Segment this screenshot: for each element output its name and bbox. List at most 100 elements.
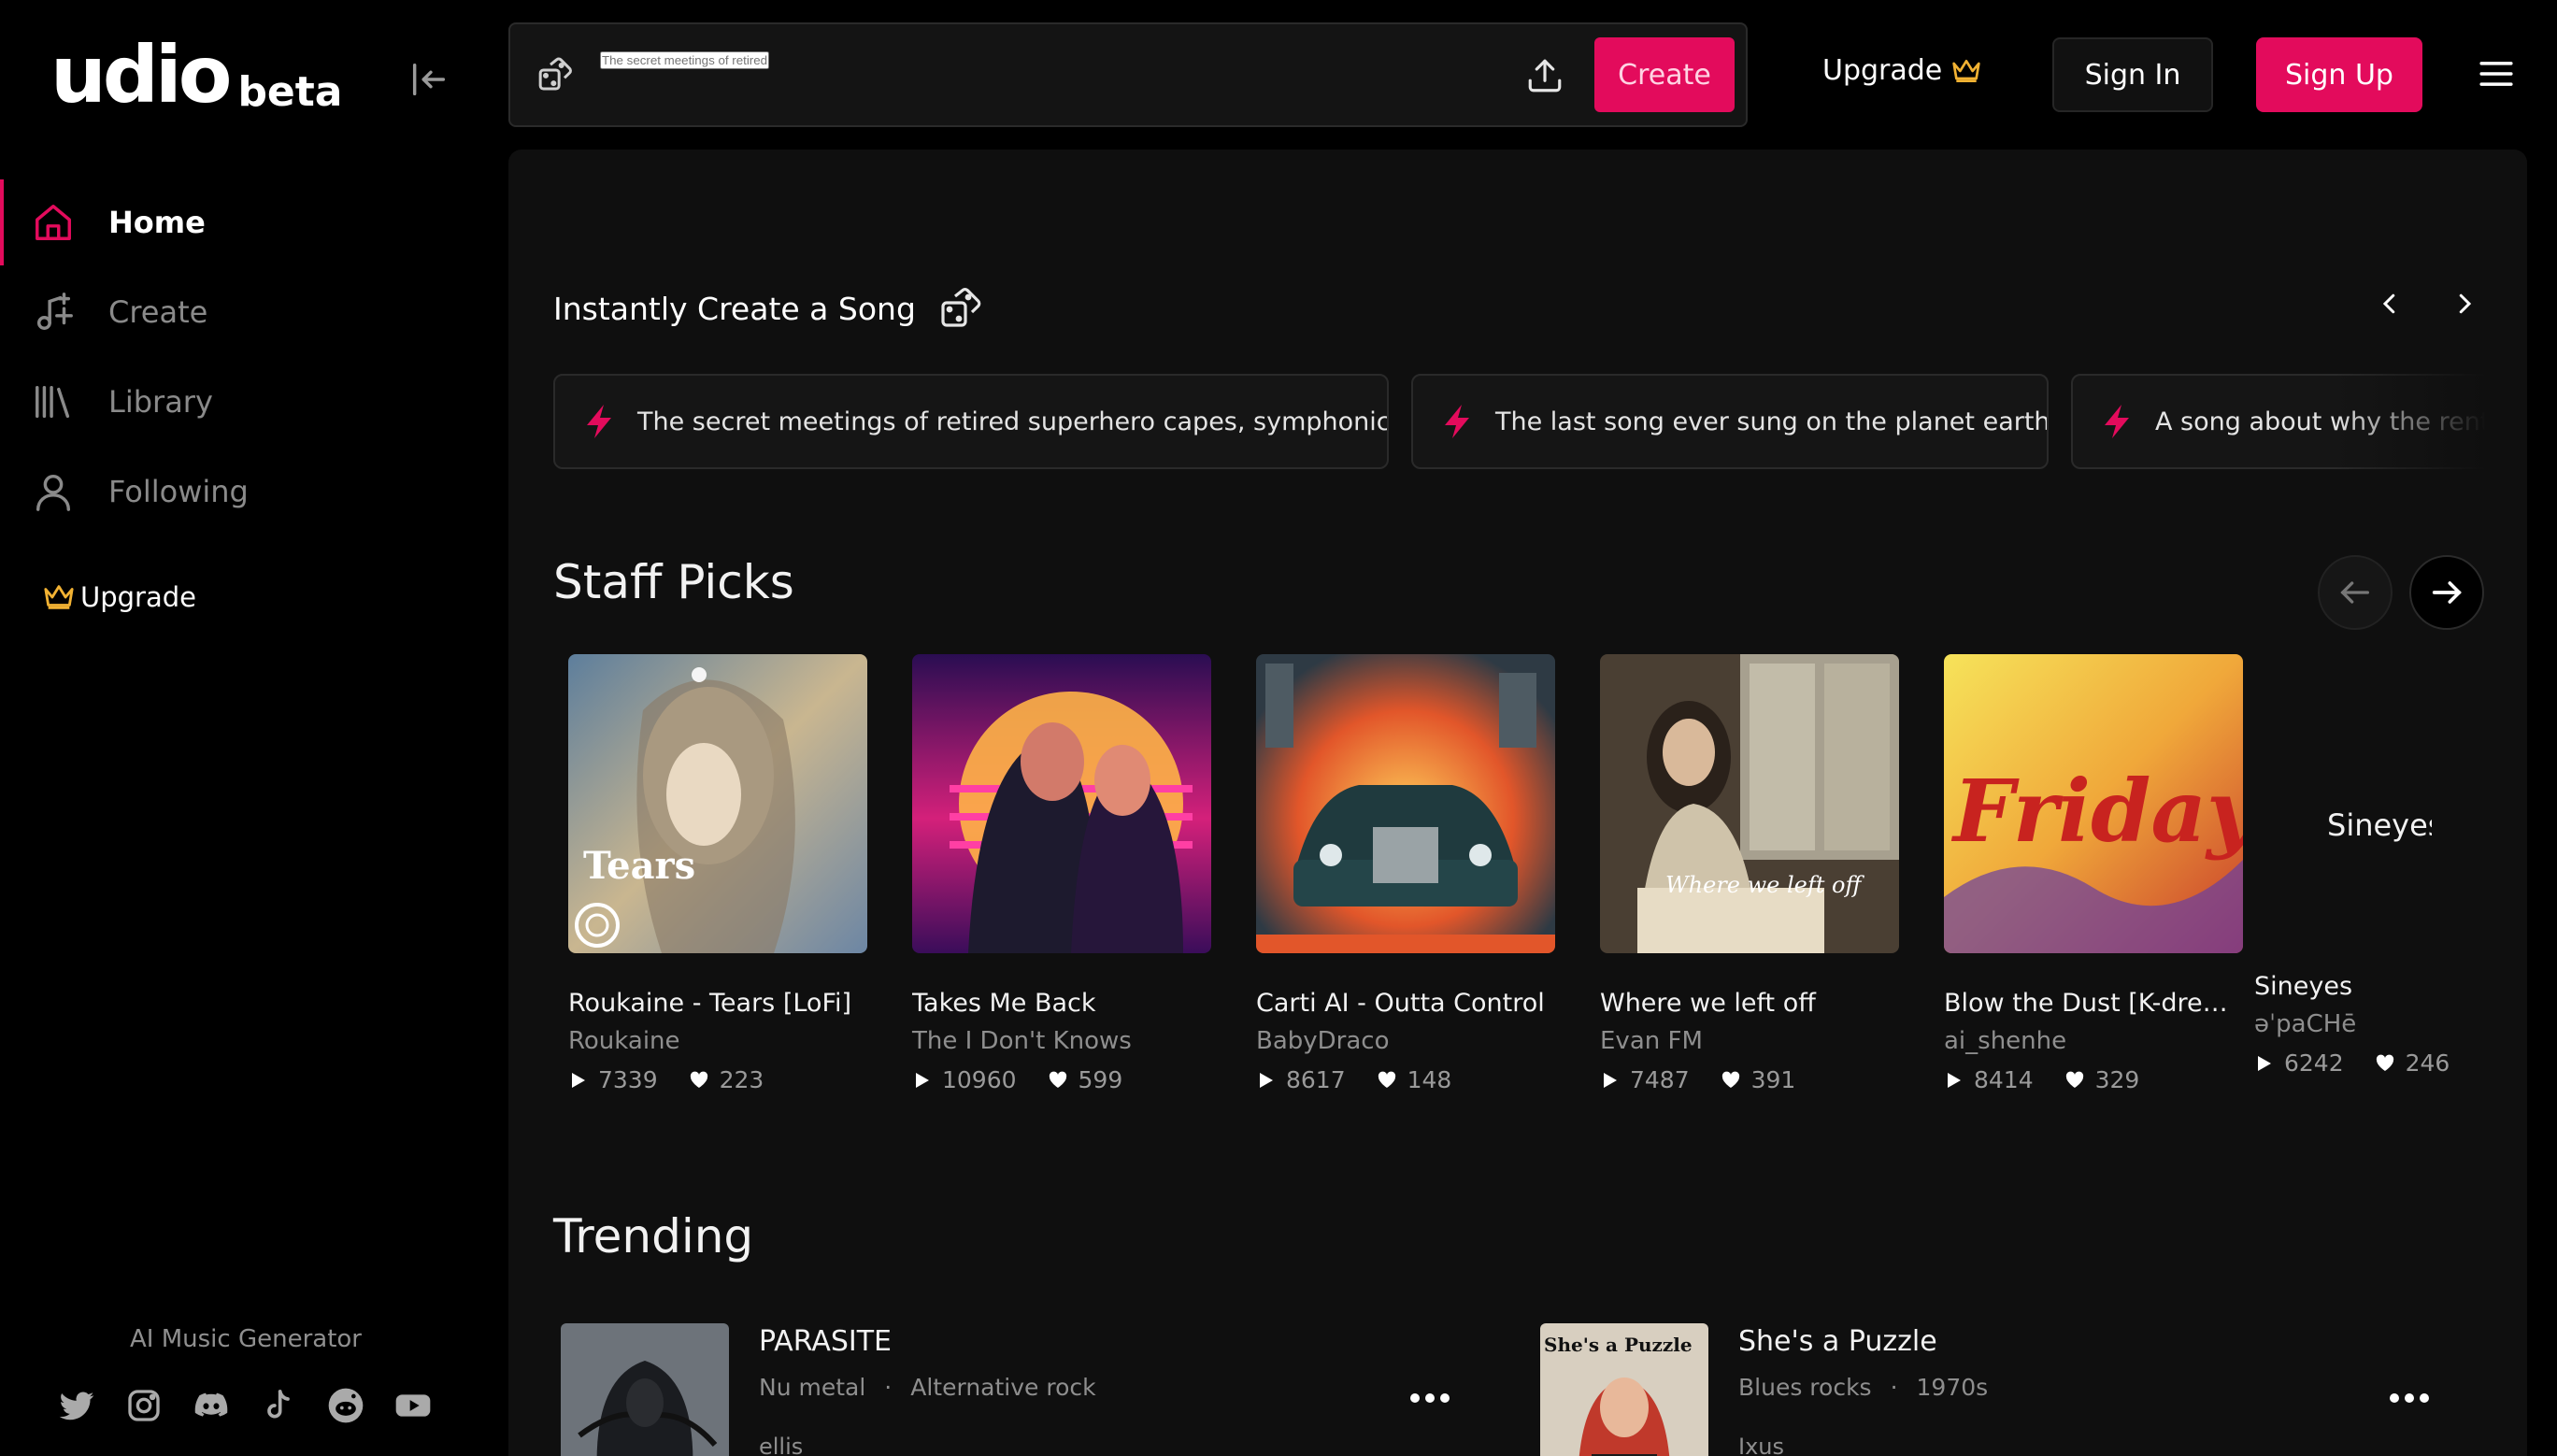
heart-icon (1721, 1071, 1739, 1088)
trending-artist[interactable]: Ixus (1738, 1434, 1784, 1456)
sign-in-button[interactable]: Sign In (2052, 37, 2213, 112)
music-note-plus-icon (36, 293, 73, 330)
more-options-icon[interactable] (2389, 1391, 2430, 1406)
hamburger-menu-icon[interactable] (2478, 58, 2514, 90)
trending-genres: Blues rocks · 1970s (1738, 1374, 1989, 1401)
song-title[interactable]: Roukaine - Tears [LoFi] (568, 989, 867, 1018)
sign-up-button[interactable]: Sign Up (2256, 37, 2422, 112)
udio-logo[interactable]: udio beta (50, 29, 343, 121)
like-count: 246 (2405, 1049, 2450, 1077)
sidebar-item-label: Home (108, 205, 206, 240)
play-icon (1260, 1072, 1273, 1088)
song-title[interactable]: Sineyes (2254, 972, 2456, 1001)
crown-icon (1952, 59, 1980, 82)
twitter-icon[interactable] (58, 1387, 95, 1424)
more-options-icon[interactable] (1409, 1391, 1450, 1406)
heart-icon (2065, 1071, 2083, 1088)
collapse-sidebar-icon[interactable] (407, 58, 450, 101)
instagram-icon[interactable] (125, 1387, 163, 1424)
song-artist[interactable]: The I Don't Knows (912, 1027, 1211, 1055)
song-stats: 8617 148 (1256, 1066, 1555, 1093)
user-icon (36, 474, 71, 511)
song-artist[interactable]: Roukaine (568, 1027, 867, 1055)
youtube-icon[interactable] (394, 1387, 432, 1424)
discord-icon[interactable] (193, 1387, 230, 1424)
sidebar-item-library[interactable]: Library (0, 357, 486, 447)
prompt-chip[interactable]: The last song ever sung on the planet ea… (1411, 374, 2049, 469)
song-cover-art[interactable]: Friday (1944, 654, 2243, 953)
song-stats: 6242 246 (2254, 1049, 2456, 1077)
song-cover-text[interactable]: Sineyes (2327, 807, 2432, 843)
arrow-right-icon (2432, 581, 2462, 604)
upgrade-label: Upgrade (1822, 54, 1943, 87)
song-card[interactable]: Friday Blow the Dust [K-dream pop] ai_sh… (1944, 654, 2243, 1093)
genre-tag[interactable]: Blues rocks (1738, 1374, 1872, 1401)
prompt-chip-text: The secret meetings of retired superhero… (637, 407, 1389, 436)
library-icon (36, 385, 70, 419)
song-cover-art[interactable] (1256, 654, 1555, 953)
sidebar-nav: Home Create Library Following (0, 178, 486, 536)
instant-create-title: Instantly Create a Song (553, 290, 916, 327)
song-title[interactable]: Where we left off (1600, 989, 1899, 1018)
main-panel: Instantly Create a Song The secret meeti… (508, 150, 2527, 1456)
sidebar: udio beta Home Create Library Following … (0, 0, 486, 1456)
prompt-input[interactable] (600, 51, 769, 69)
play-count: 8414 (1974, 1066, 2034, 1093)
prompt-chip[interactable]: The secret meetings of retired superhero… (553, 374, 1389, 469)
song-card[interactable]: Sineyes əˈpaCHē 6242 246 (2254, 972, 2456, 1077)
tiktok-icon[interactable] (260, 1387, 297, 1424)
trending-artist[interactable]: ellis (759, 1434, 803, 1456)
song-cover-art[interactable] (912, 654, 1211, 953)
song-title[interactable]: Blow the Dust [K-dream pop] (1944, 989, 2243, 1018)
chevron-right-icon[interactable] (2450, 290, 2478, 318)
like-count: 391 (1750, 1066, 1796, 1093)
song-artist[interactable]: əˈpaCHē (2254, 1010, 2456, 1038)
song-cover-art[interactable]: Where we left off (1600, 654, 1899, 953)
trending-item[interactable]: She's a Puzzle She's a Puzzle Blues rock… (1540, 1323, 2493, 1456)
lightning-icon (1445, 405, 1469, 438)
play-icon (2258, 1055, 2271, 1071)
sidebar-item-create[interactable]: Create (0, 267, 486, 357)
chevron-left-icon[interactable] (2376, 290, 2404, 318)
play-icon (572, 1072, 585, 1088)
logo-text: udio (50, 29, 232, 121)
song-title[interactable]: Takes Me Back (912, 989, 1211, 1018)
reddit-icon[interactable] (327, 1387, 364, 1424)
staff-picks-prev-button[interactable] (2318, 555, 2393, 630)
dice-icon[interactable] (938, 286, 983, 331)
heart-icon (1378, 1071, 1395, 1088)
sidebar-upgrade-link[interactable]: Upgrade (43, 581, 196, 613)
prompt-chip-text: The last song ever sung on the planet ea… (1495, 407, 2049, 436)
song-card[interactable]: Where we left off Where we left off Evan… (1600, 654, 1899, 1093)
staff-picks-next-button[interactable] (2409, 555, 2484, 630)
upload-icon[interactable] (1525, 56, 1564, 95)
play-count: 7487 (1630, 1066, 1690, 1093)
trending-item[interactable]: PARASITE Nu metal · Alternative rock ellis (561, 1323, 1514, 1456)
song-artist[interactable]: BabyDraco (1256, 1027, 1555, 1055)
sidebar-item-home[interactable]: Home (0, 178, 486, 267)
song-card[interactable]: Takes Me Back The I Don't Knows 10960 59… (912, 654, 1211, 1093)
sidebar-item-following[interactable]: Following (0, 447, 486, 536)
song-cover-art[interactable]: Tears (568, 654, 867, 953)
cover-image: Tears (568, 654, 867, 953)
trending-cover-art[interactable]: She's a Puzzle (1540, 1323, 1708, 1456)
upgrade-button[interactable]: Upgrade (1822, 54, 1981, 87)
song-card[interactable]: Carti AI - Outta Control BabyDraco 8617 … (1256, 654, 1555, 1093)
genre-tag[interactable]: 1970s (1917, 1374, 1989, 1401)
trending-cover-art[interactable] (561, 1323, 729, 1456)
genre-tag[interactable]: Alternative rock (910, 1374, 1095, 1401)
song-title[interactable]: Carti AI - Outta Control (1256, 989, 1555, 1018)
song-artist[interactable]: Evan FM (1600, 1027, 1899, 1055)
cover-text: Where we left off (1665, 872, 1864, 898)
lightning-icon (2105, 405, 2129, 438)
trending-song-title[interactable]: PARASITE (759, 1325, 892, 1358)
cover-text: Friday (1950, 761, 2243, 862)
genre-tag[interactable]: Nu metal (759, 1374, 865, 1401)
create-button[interactable]: Create (1594, 37, 1735, 112)
play-icon (1604, 1072, 1617, 1088)
trending-song-title[interactable]: She's a Puzzle (1738, 1325, 1937, 1358)
play-icon (1948, 1072, 1961, 1088)
dice-icon[interactable] (536, 56, 574, 93)
song-card[interactable]: Tears Roukaine - Tears [LoFi] Roukaine 7… (568, 654, 867, 1093)
song-artist[interactable]: ai_shenhe (1944, 1027, 2243, 1055)
